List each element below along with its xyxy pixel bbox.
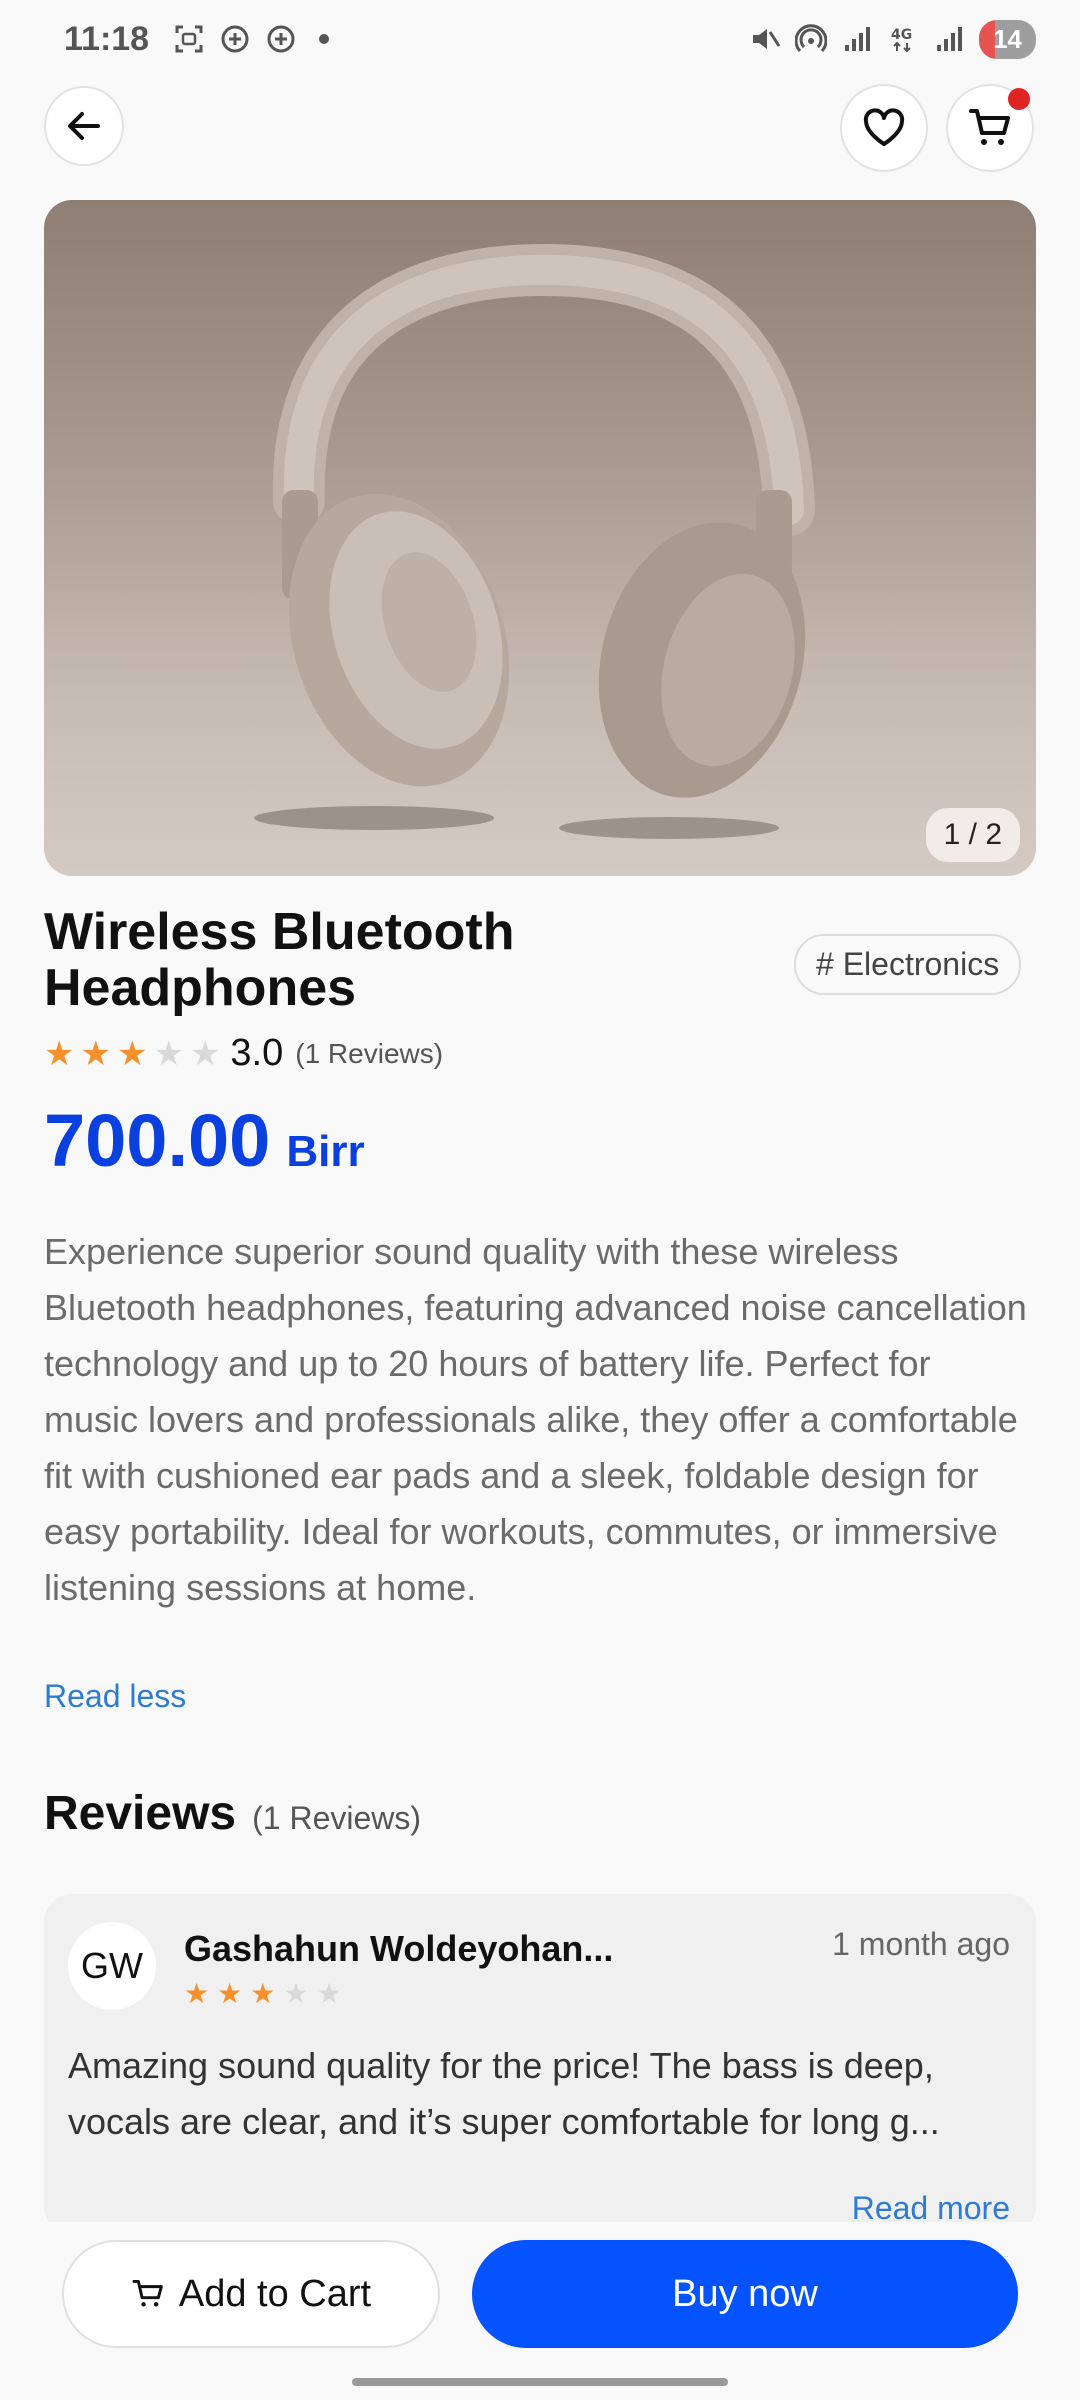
star-icon: ★: [283, 1978, 309, 2009]
currency: Birr: [286, 1127, 365, 1176]
screenshot-icon: [173, 23, 205, 55]
signal-icon: [933, 23, 965, 55]
review-card[interactable]: GW Gashahun Woldeyohan... 1 month ago ★ …: [44, 1894, 1036, 2234]
product-description: Experience superior sound quality with t…: [44, 1231, 1027, 1608]
star-icon: ★: [153, 1034, 184, 1073]
star-icon: ★: [217, 1978, 243, 2009]
price-row: 700.00 Birr: [44, 1098, 365, 1183]
rating-value: 3.0: [230, 1032, 284, 1074]
back-button[interactable]: [44, 86, 124, 166]
review-stars: ★ ★ ★ ★ ★: [184, 1980, 350, 2008]
home-indicator[interactable]: [352, 2378, 728, 2386]
star-icon: ★: [184, 1978, 210, 2009]
product-image-carousel[interactable]: 1 / 2: [44, 200, 1036, 876]
arrow-left-icon: [68, 112, 100, 140]
4g-icon: 4G: [887, 23, 919, 55]
star-icon: ★: [80, 1034, 111, 1073]
rating-row: ★ ★ ★ ★ ★ 3.0 (1 Reviews): [44, 1032, 443, 1075]
price: 700.00: [44, 1099, 271, 1182]
bottom-action-bar: Add to Cart Buy now: [0, 2222, 1080, 2400]
cart-icon: [132, 2279, 163, 2307]
mute-icon: [749, 23, 781, 55]
image-counter: 1 / 2: [925, 808, 1020, 862]
star-icon: ★: [44, 1034, 75, 1073]
signal-icon: [841, 23, 873, 55]
product-image: [254, 243, 815, 839]
status-time: 11:18: [64, 19, 150, 58]
avatar: GW: [68, 1922, 156, 2010]
reviews-header: Reviews (1 Reviews): [44, 1786, 421, 1841]
reviewer-name: Gashahun Woldeyohan...: [184, 1928, 614, 1969]
status-left: 11:18: [64, 19, 330, 59]
reviews-title: Reviews: [44, 1787, 237, 1840]
review-text: Amazing sound quality for the price! The…: [68, 2045, 940, 2142]
cart-badge: [1008, 88, 1030, 110]
buy-now-button[interactable]: Buy now: [472, 2240, 1018, 2348]
heart-icon: [863, 108, 905, 146]
star-icon: ★: [116, 1034, 148, 1073]
category-chip[interactable]: # Electronics: [794, 934, 1022, 995]
cart-icon: [969, 109, 1010, 145]
add-to-cart-label: Add to Cart: [178, 2272, 372, 2315]
favorite-button[interactable]: [840, 84, 928, 172]
rating-count: (1 Reviews): [295, 1037, 444, 1069]
add-to-cart-button[interactable]: Add to Cart: [62, 2240, 440, 2348]
star-icon: ★: [316, 1978, 342, 2009]
add-circle-icon: [265, 23, 297, 55]
product-title: Wireless Bluetooth Headphones: [44, 903, 515, 1017]
buy-now-label: Buy now: [672, 2272, 818, 2315]
review-time: 1 month ago: [832, 1926, 1010, 1962]
hotspot-icon: [795, 23, 828, 55]
read-less-link[interactable]: Read less: [44, 1678, 186, 1715]
cart-button[interactable]: [946, 84, 1034, 172]
svg-text:4G: 4G: [891, 27, 912, 43]
star-icon: ★: [250, 1978, 276, 2009]
dot-icon: [319, 34, 330, 44]
star-icon: ★: [189, 1034, 221, 1073]
reviews-count: (1 Reviews): [252, 1800, 422, 1836]
battery-indicator: 14: [979, 19, 1036, 59]
status-right: 4G 14: [749, 19, 1036, 59]
status-bar: 11:18 4G 14: [0, 0, 1080, 78]
add-circle-icon: [219, 23, 251, 55]
